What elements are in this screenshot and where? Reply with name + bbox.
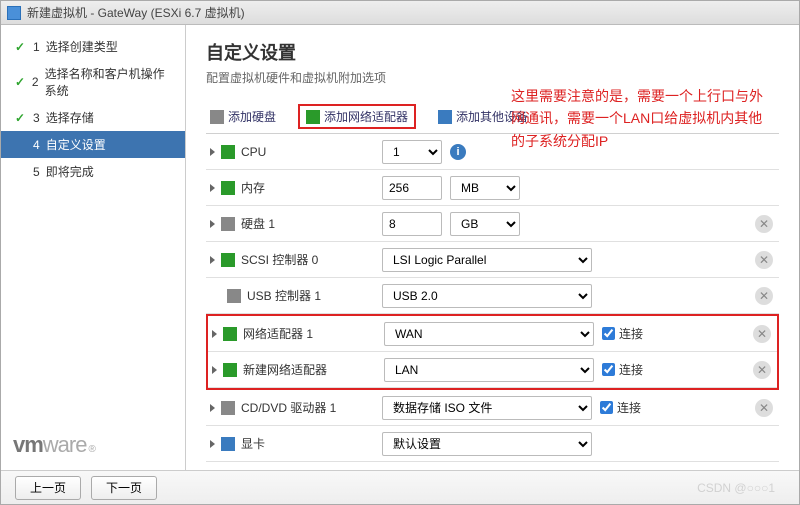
step-customize[interactable]: 4 自定义设置 <box>1 131 185 158</box>
network-adapter-icon <box>223 327 237 341</box>
row-disk1: 硬盘 1 GB ✕ <box>206 206 779 242</box>
watermark: CSDN @○○○1 <box>697 481 775 495</box>
add-other-device-button[interactable]: 添加其他设备 <box>434 106 532 127</box>
row-video: 显卡 默认设置 <box>206 426 779 462</box>
hardware-toolbar: 添加硬盘 添加网络适配器 添加其他设备 <box>206 100 779 134</box>
info-icon[interactable]: i <box>450 144 466 160</box>
expand-icon[interactable] <box>210 184 215 192</box>
step-storage[interactable]: 3 选择存储 <box>1 104 185 131</box>
wizard-sidebar: 1 选择创建类型 2 选择名称和客户机操作系统 3 选择存储 4 自定义设置 5 <box>1 25 186 470</box>
video-card-icon <box>221 437 235 451</box>
device-icon <box>438 110 452 124</box>
titlebar: 新建虚拟机 - GateWay (ESXi 6.7 虚拟机) <box>1 1 799 25</box>
step-name-os[interactable]: 2 选择名称和客户机操作系统 <box>1 60 185 104</box>
vmware-logo: vmware® <box>1 420 185 470</box>
nic1-connect-checkbox[interactable]: 连接 <box>602 325 643 342</box>
page-title: 自定义设置 <box>206 39 779 65</box>
scsi-icon <box>221 253 235 267</box>
disk-size-input[interactable] <box>382 212 442 236</box>
expand-icon[interactable] <box>210 404 215 412</box>
dialog-footer: 上一页 下一页 CSDN @○○○1 <box>1 470 799 504</box>
expand-icon[interactable] <box>212 330 217 338</box>
usb-icon <box>227 289 241 303</box>
cd-connect-checkbox[interactable]: 连接 <box>600 399 641 416</box>
remove-icon[interactable]: ✕ <box>755 287 773 305</box>
content-panel: 自定义设置 配置虚拟机硬件和虚拟机附加选项 添加硬盘 添加网络适配器 添加其他设… <box>186 25 799 470</box>
row-nic-new: 新建网络适配器 LAN 连接 ✕ <box>208 352 777 388</box>
step-create-type[interactable]: 1 选择创建类型 <box>1 33 185 60</box>
cd-source-select[interactable]: 数据存储 ISO 文件 <box>382 396 592 420</box>
network-adapter-icon <box>306 110 320 124</box>
network-adapter-icon <box>223 363 237 377</box>
page-subtitle: 配置虚拟机硬件和虚拟机附加选项 <box>206 69 779 86</box>
row-cpu: CPU 1 i <box>206 134 779 170</box>
remove-icon[interactable]: ✕ <box>753 361 771 379</box>
remove-icon[interactable]: ✕ <box>755 251 773 269</box>
disk-unit-select[interactable]: GB <box>450 212 520 236</box>
dialog-body: 1 选择创建类型 2 选择名称和客户机操作系统 3 选择存储 4 自定义设置 5 <box>1 25 799 470</box>
expand-icon[interactable] <box>210 256 215 264</box>
video-setting-select[interactable]: 默认设置 <box>382 432 592 456</box>
window-title: 新建虚拟机 - GateWay (ESXi 6.7 虚拟机) <box>27 4 245 21</box>
row-usb1: USB 控制器 1 USB 2.0 ✕ <box>206 278 779 314</box>
row-nic1: 网络适配器 1 WAN 连接 ✕ <box>208 316 777 352</box>
wizard-steps: 1 选择创建类型 2 选择名称和客户机操作系统 3 选择存储 4 自定义设置 5 <box>1 25 185 420</box>
hardware-grid: CPU 1 i 内存 MB <box>206 134 779 464</box>
next-button[interactable]: 下一页 <box>91 476 157 500</box>
nic-highlight-box: 网络适配器 1 WAN 连接 ✕ <box>206 314 779 390</box>
row-cd1: CD/DVD 驱动器 1 数据存储 ISO 文件 连接 ✕ <box>206 390 779 426</box>
scsi-type-select[interactable]: LSI Logic Parallel <box>382 248 592 272</box>
cd-dvd-icon <box>221 401 235 415</box>
memory-icon <box>221 181 235 195</box>
hard-disk-icon <box>210 110 224 124</box>
vm-icon <box>7 6 21 20</box>
expand-icon[interactable] <box>210 148 215 156</box>
remove-icon[interactable]: ✕ <box>755 215 773 233</box>
memory-unit-select[interactable]: MB <box>450 176 520 200</box>
memory-size-input[interactable] <box>382 176 442 200</box>
expand-icon[interactable] <box>212 366 217 374</box>
add-disk-button[interactable]: 添加硬盘 <box>206 106 280 127</box>
row-scsi0: SCSI 控制器 0 LSI Logic Parallel ✕ <box>206 242 779 278</box>
expand-icon[interactable] <box>210 440 215 448</box>
step-finish[interactable]: 5 即将完成 <box>1 158 185 185</box>
dialog-window: 新建虚拟机 - GateWay (ESXi 6.7 虚拟机) 1 选择创建类型 … <box>0 0 800 505</box>
nic-new-network-select[interactable]: LAN <box>384 358 594 382</box>
cpu-icon <box>221 145 235 159</box>
add-nic-button[interactable]: 添加网络适配器 <box>298 104 416 129</box>
cpu-count-select[interactable]: 1 <box>382 140 442 164</box>
expand-icon[interactable] <box>210 220 215 228</box>
nic1-network-select[interactable]: WAN <box>384 322 594 346</box>
row-memory: 内存 MB <box>206 170 779 206</box>
nic-new-connect-checkbox[interactable]: 连接 <box>602 361 643 378</box>
usb-type-select[interactable]: USB 2.0 <box>382 284 592 308</box>
hard-disk-icon <box>221 217 235 231</box>
back-button[interactable]: 上一页 <box>15 476 81 500</box>
remove-icon[interactable]: ✕ <box>755 399 773 417</box>
remove-icon[interactable]: ✕ <box>753 325 771 343</box>
